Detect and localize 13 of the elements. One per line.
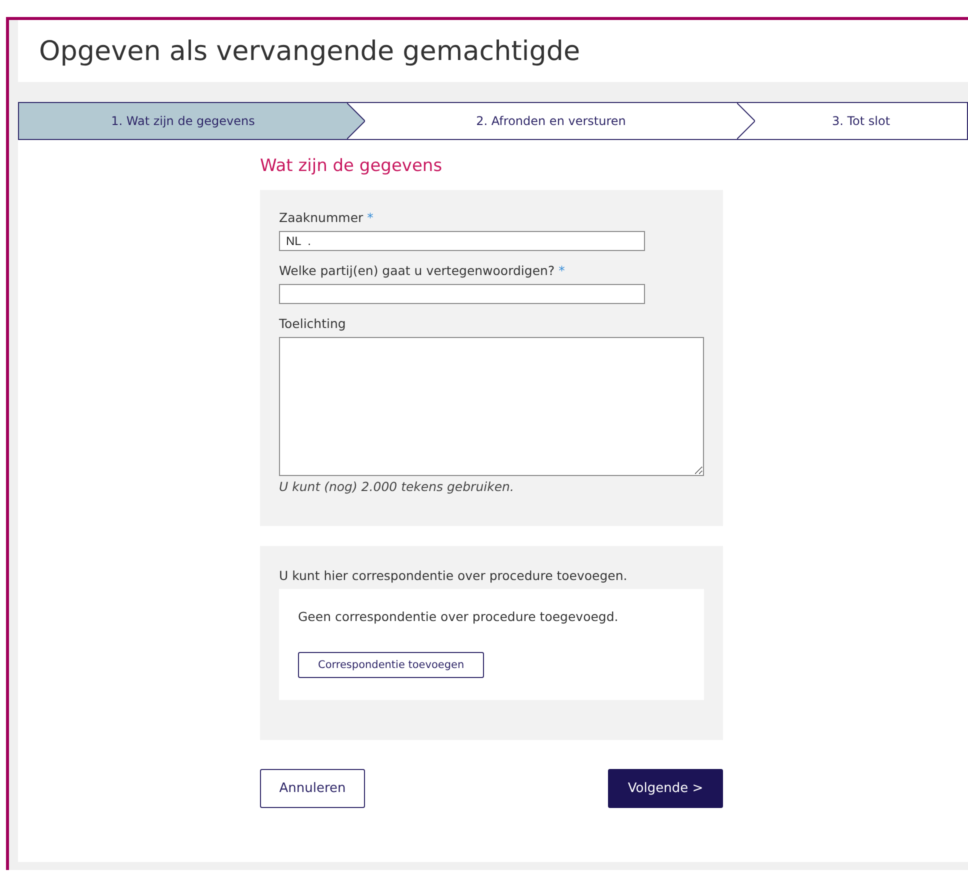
correspondence-intro: U kunt hier correspondentie over procedure toevoegen. <box>279 568 628 583</box>
field-label: Welke partij(en) gaat u vertegenwoordigen? * <box>279 263 566 278</box>
input-field[interactable] <box>279 284 645 304</box>
character-count-hint: U kunt (nog) 2.000 tekens gebruiken. <box>279 479 515 494</box>
next-button[interactable]: Volgende > <box>608 769 723 808</box>
field-label: Toelichting <box>279 316 347 331</box>
page-title: Opgeven als vervangende gemachtigde <box>39 36 580 66</box>
field-label: Zaaknummer * <box>279 210 374 225</box>
empty-message: Geen correspondentie over procedure toegevoegd. <box>298 609 620 624</box>
cancel-button[interactable]: Annuleren <box>260 769 365 808</box>
section-title: Wat zijn de gegevens <box>260 156 444 176</box>
add-correspondence-button[interactable]: Correspondentie toevoegen <box>298 652 484 678</box>
input-field[interactable]: NL . <box>279 231 645 251</box>
